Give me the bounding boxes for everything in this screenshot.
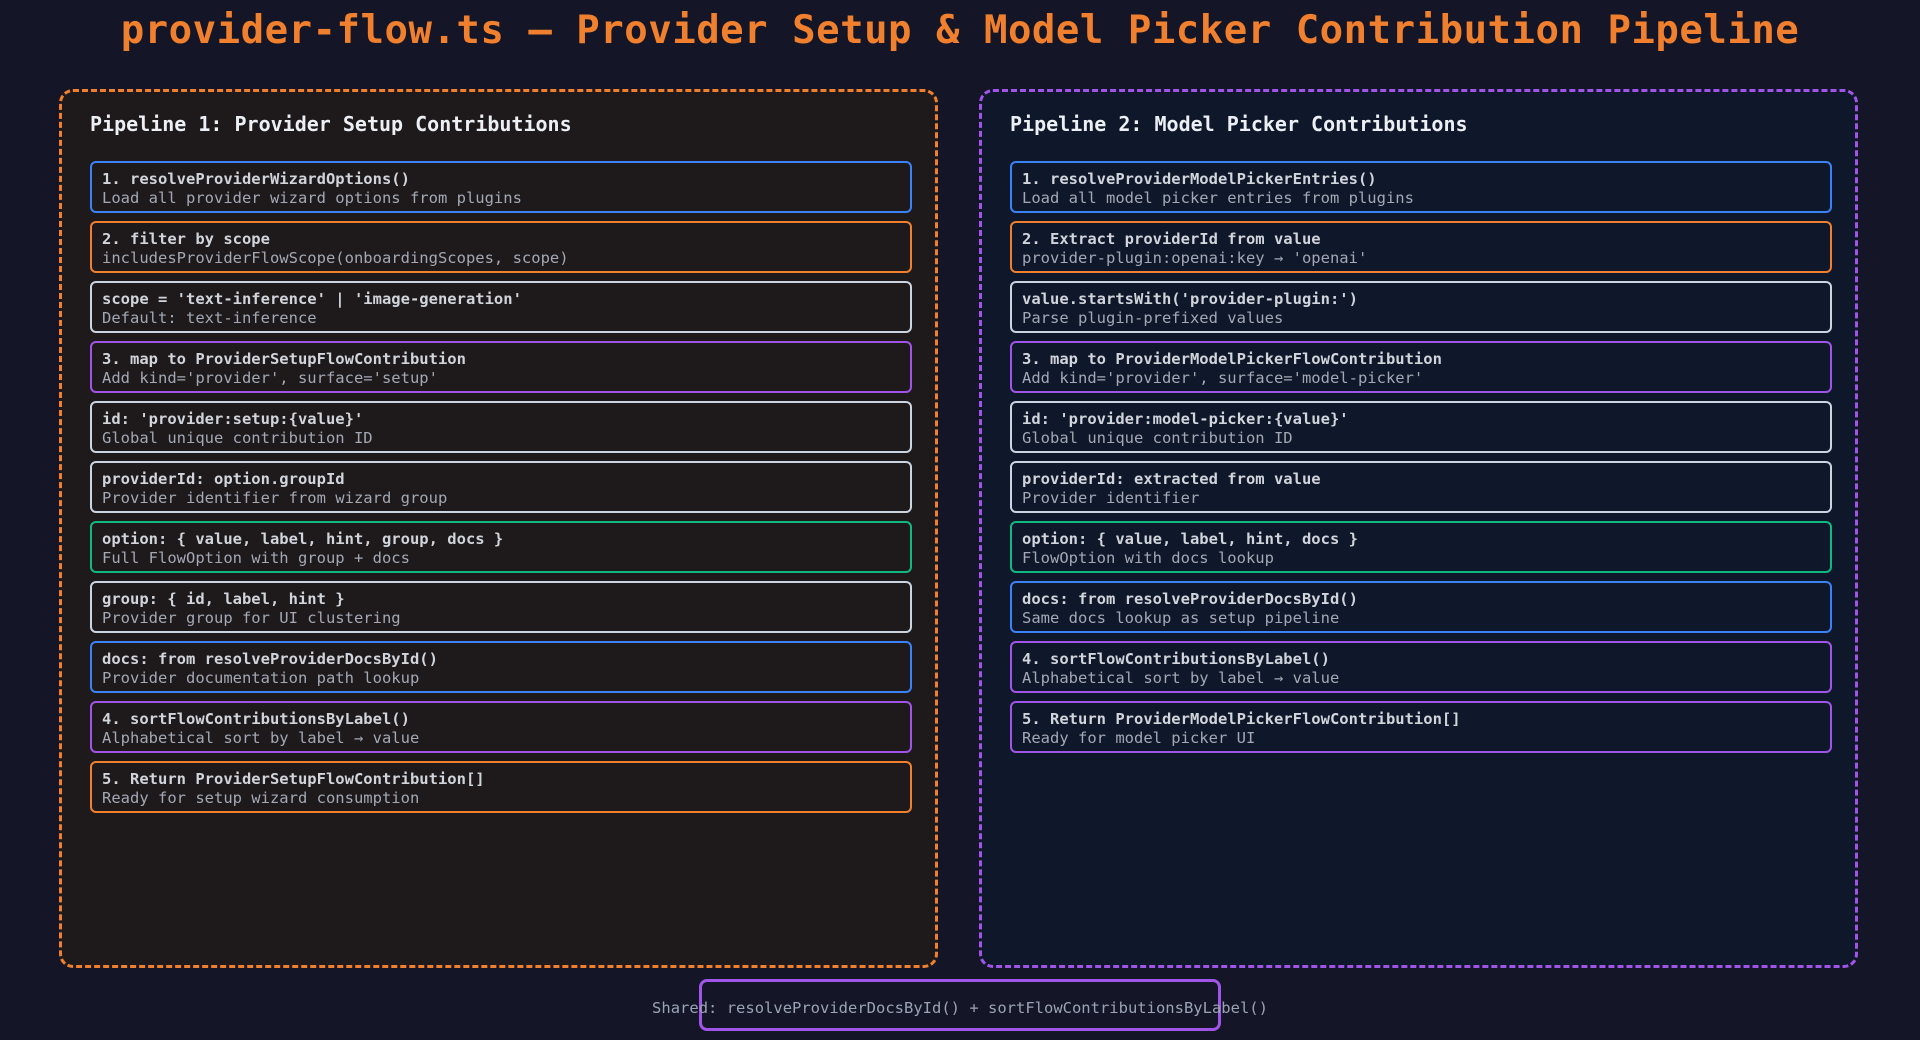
step-description: Parse plugin-prefixed values [1022,309,1284,327]
step-heading: 1. resolveProviderWizardOptions() [102,170,410,188]
pipeline-2-panel: Pipeline 2: Model Picker Contributions 1… [979,89,1858,968]
step-description: Provider documentation path lookup [102,669,420,687]
step-description: Provider identifier [1022,489,1200,507]
pipeline-2-step-5: id: 'provider:model-picker:{value}' Globa… [1010,401,1832,453]
step-description: Global unique contribution ID [102,429,373,447]
step-heading: 3. map to ProviderSetupFlowContribution [102,350,466,368]
pipeline-1-step-11: 5. Return ProviderSetupFlowContribution[… [90,761,912,813]
pipeline-2-step-9: 4. sortFlowContributionsByLabel() Alphabe… [1010,641,1832,693]
diagram-title: provider-flow.ts — Provider Setup & Mode… [120,8,1800,53]
step-heading: 4. sortFlowContributionsByLabel() [1022,650,1330,668]
pipeline-1-steps: 1. resolveProviderWizardOptions() Load al… [90,161,912,821]
pipeline-2-step-10: 5. Return ProviderModelPickerFlowContrib… [1010,701,1832,753]
pipeline-1-step-2: 2. filter by scope includesProviderFlowSc… [90,221,912,273]
pipeline-1-step-7: option: { value, label, hint, group, doc… [90,521,912,573]
step-heading: 4. sortFlowContributionsByLabel() [102,710,410,728]
step-description: includesProviderFlowScope(onboardingScop… [102,249,569,267]
step-heading: providerId: option.groupId [102,470,345,488]
pipeline-2-step-1: 1. resolveProviderModelPickerEntries() Lo… [1010,161,1832,213]
step-heading: id: 'provider:model-picker:{value}' [1022,410,1349,428]
step-description: Same docs lookup as setup pipeline [1022,609,1340,627]
step-description: Load all provider wizard options from pl… [102,189,522,207]
step-description: Default: text-inference [102,309,317,327]
step-description: FlowOption with docs lookup [1022,549,1274,567]
step-heading: 3. map to ProviderModelPickerFlowContrib… [1022,350,1442,368]
step-heading: 5. Return ProviderSetupFlowContribution[… [102,770,485,788]
step-description: Ready for setup wizard consumption [102,789,420,807]
step-heading: option: { value, label, hint, group, doc… [102,530,504,548]
pipeline-2-step-2: 2. Extract providerId from value provider… [1010,221,1832,273]
pipeline-1-step-9: docs: from resolveProviderDocsById() Prov… [90,641,912,693]
pipeline-2-step-7: option: { value, label, hint, docs } Flow… [1010,521,1832,573]
step-description: Add kind='provider', surface='setup' [102,369,438,387]
step-description: Ready for model picker UI [1022,729,1256,747]
step-description: Global unique contribution ID [1022,429,1293,447]
pipeline-1-step-4: 3. map to ProviderSetupFlowContribution A… [90,341,912,393]
pipeline-1-title: Pipeline 1: Provider Setup Contributions [90,112,572,136]
step-heading: docs: from resolveProviderDocsById() [102,650,438,668]
step-heading: scope = 'text-inference' | 'image-genera… [102,290,522,308]
step-description: Add kind='provider', surface='model-pick… [1022,369,1424,387]
pipeline-1-step-8: group: { id, label, hint } Provider group… [90,581,912,633]
pipeline-1-panel: Pipeline 1: Provider Setup Contributions… [59,89,938,968]
step-heading: 2. Extract providerId from value [1022,230,1321,248]
pipeline-2-title: Pipeline 2: Model Picker Contributions [1010,112,1468,136]
shared-footer-label: Shared: resolveProviderDocsById() + sort… [652,999,1268,1017]
step-heading: option: { value, label, hint, docs } [1022,530,1358,548]
pipeline-2-step-3: value.startsWith('provider-plugin:') Pars… [1010,281,1832,333]
pipeline-2-step-8: docs: from resolveProviderDocsById() Same… [1010,581,1832,633]
pipeline-1-step-6: providerId: option.groupId Provider ident… [90,461,912,513]
pipeline-1-step-3: scope = 'text-inference' | 'image-genera… [90,281,912,333]
step-description: provider-plugin:openai:key → 'openai' [1022,249,1368,267]
pipeline-1-step-5: id: 'provider:setup:{value}' Global uniqu… [90,401,912,453]
step-heading: docs: from resolveProviderDocsById() [1022,590,1358,608]
step-description: Alphabetical sort by label → value [1022,669,1340,687]
step-description: Alphabetical sort by label → value [102,729,420,747]
step-heading: 1. resolveProviderModelPickerEntries() [1022,170,1377,188]
pipeline-1-step-10: 4. sortFlowContributionsByLabel() Alphabe… [90,701,912,753]
step-description: Load all model picker entries from plugi… [1022,189,1414,207]
step-description: Provider group for UI clustering [102,609,401,627]
step-heading: group: { id, label, hint } [102,590,345,608]
pipeline-2-steps: 1. resolveProviderModelPickerEntries() Lo… [1010,161,1832,761]
step-description: Provider identifier from wizard group [102,489,448,507]
step-heading: 2. filter by scope [102,230,270,248]
step-heading: value.startsWith('provider-plugin:') [1022,290,1358,308]
pipeline-2-step-6: providerId: extracted from value Provider… [1010,461,1832,513]
step-heading: 5. Return ProviderModelPickerFlowContrib… [1022,710,1461,728]
step-description: Full FlowOption with group + docs [102,549,410,567]
step-heading: id: 'provider:setup:{value}' [102,410,364,428]
pipeline-2-step-4: 3. map to ProviderModelPickerFlowContrib… [1010,341,1832,393]
step-heading: providerId: extracted from value [1022,470,1321,488]
pipeline-1-step-1: 1. resolveProviderWizardOptions() Load al… [90,161,912,213]
